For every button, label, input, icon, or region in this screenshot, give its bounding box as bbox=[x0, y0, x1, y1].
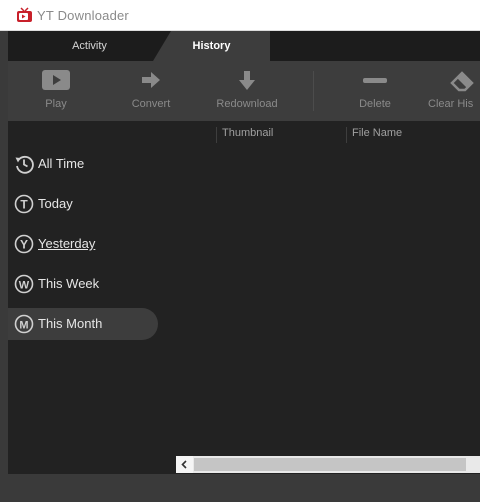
clear-history-button[interactable]: Clear His bbox=[428, 61, 480, 121]
svg-text:W: W bbox=[19, 280, 30, 292]
scrollbar-thumb[interactable] bbox=[194, 458, 466, 471]
delete-label: Delete bbox=[359, 98, 391, 110]
sidebar-item-label: This Month bbox=[38, 316, 103, 331]
window-frame-left bbox=[0, 31, 8, 502]
convert-label: Convert bbox=[131, 98, 171, 110]
sidebar-item-all-time[interactable]: All Time bbox=[8, 148, 158, 180]
play-button[interactable]: Play bbox=[26, 61, 86, 121]
sidebar-item-this-month[interactable]: M This Month bbox=[8, 308, 158, 340]
circle-letter-icon: M bbox=[14, 314, 34, 334]
history-table: Thumbnail File Name bbox=[160, 121, 480, 474]
sidebar-item-label: All Time bbox=[38, 156, 85, 171]
sidebar-item-label: This Week bbox=[38, 276, 100, 291]
sidebar-item-yesterday[interactable]: Y Yesterday bbox=[8, 228, 158, 260]
title-bar: YT Downloader bbox=[0, 0, 480, 31]
toolbar: Play Convert Redownload Delete Clear His bbox=[8, 61, 480, 121]
scroll-left-button[interactable] bbox=[176, 456, 193, 473]
circle-letter-icon: T bbox=[14, 194, 34, 214]
chevron-left-icon bbox=[181, 460, 187, 469]
arrow-right-icon bbox=[142, 72, 160, 88]
redownload-label: Redownload bbox=[216, 98, 278, 110]
redownload-button[interactable]: Redownload bbox=[209, 61, 285, 121]
minus-icon bbox=[363, 78, 387, 83]
svg-text:T: T bbox=[20, 198, 28, 212]
toolbar-separator bbox=[313, 71, 314, 111]
tab-history-edge bbox=[153, 31, 171, 61]
circle-letter-icon: Y bbox=[14, 234, 34, 254]
window-title: YT Downloader bbox=[37, 8, 129, 23]
sidebar-item-today[interactable]: T Today bbox=[8, 188, 158, 220]
delete-button[interactable]: Delete bbox=[348, 61, 402, 121]
eraser-icon bbox=[450, 71, 474, 92]
column-header-file-name[interactable]: File Name bbox=[346, 127, 402, 143]
convert-button[interactable]: Convert bbox=[120, 61, 182, 121]
clock-history-icon bbox=[15, 155, 34, 174]
arrow-down-icon bbox=[239, 71, 255, 90]
svg-text:Y: Y bbox=[20, 238, 28, 252]
tab-activity[interactable]: Activity bbox=[8, 31, 171, 61]
clear-history-label: Clear His bbox=[428, 98, 474, 110]
sidebar-item-label: Yesterday bbox=[38, 236, 96, 251]
column-header-thumbnail[interactable]: Thumbnail bbox=[216, 127, 273, 143]
history-filter-sidebar: All Time T Today Y Yesterday W This Week… bbox=[8, 121, 160, 474]
play-label: Play bbox=[45, 98, 67, 110]
svg-text:M: M bbox=[19, 320, 28, 332]
sidebar-item-label: Today bbox=[38, 196, 73, 211]
sidebar-item-this-week[interactable]: W This Week bbox=[8, 268, 158, 300]
tab-bar: Activity History bbox=[8, 31, 480, 61]
tv-app-icon bbox=[17, 7, 32, 22]
play-icon bbox=[42, 70, 70, 90]
horizontal-scrollbar[interactable] bbox=[176, 456, 480, 473]
status-bar bbox=[8, 474, 480, 502]
circle-letter-icon: W bbox=[14, 274, 34, 294]
